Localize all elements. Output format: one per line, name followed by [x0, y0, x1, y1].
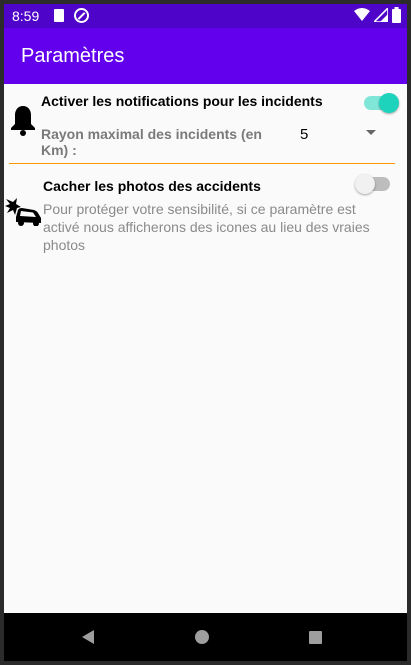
- wifi-icon: [354, 8, 370, 21]
- hide-photos-toggle[interactable]: [355, 174, 390, 194]
- status-time: 8:59: [12, 8, 40, 24]
- car-crash-icon: [5, 198, 41, 226]
- divider: [9, 163, 395, 164]
- home-icon[interactable]: [195, 630, 209, 644]
- sd-card-icon: [54, 9, 64, 22]
- device-screen: 8:59 Paramètres Activer les notification…: [4, 4, 407, 661]
- status-bar: 8:59: [4, 4, 407, 28]
- toggle-knob: [355, 174, 375, 194]
- notifications-toggle[interactable]: [364, 93, 399, 113]
- do-not-disturb-icon: [74, 8, 89, 23]
- app-bar: Paramètres: [4, 28, 407, 84]
- navigation-bar: [4, 613, 407, 661]
- page-title: Paramètres: [21, 45, 125, 67]
- status-icons: [354, 7, 401, 23]
- recents-icon[interactable]: [309, 631, 322, 644]
- radius-value: 5: [300, 126, 309, 143]
- hide-photos-label: Cacher les photos des accidents: [43, 178, 261, 194]
- back-icon[interactable]: [82, 630, 94, 644]
- bell-icon: [11, 106, 35, 136]
- hide-photos-description: Pour protéger votre sensibilité, si ce p…: [43, 201, 370, 253]
- signal-icon: [374, 8, 388, 22]
- battery-icon: [392, 7, 401, 23]
- notifications-label: Activer les notifications pour les incid…: [41, 93, 323, 109]
- toggle-knob: [379, 93, 399, 113]
- settings-list: Activer les notifications pour les incid…: [4, 84, 407, 613]
- radius-dropdown[interactable]: 5: [300, 124, 382, 146]
- radius-label: Rayon maximal des incidents (en Km) :: [41, 126, 262, 158]
- dropdown-arrow-icon: [366, 130, 376, 135]
